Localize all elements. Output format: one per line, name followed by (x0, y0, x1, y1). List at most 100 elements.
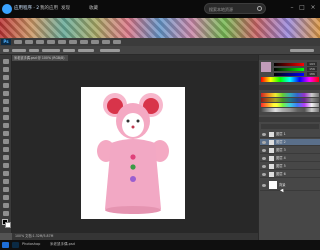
layer-filter-bar[interactable] (261, 124, 319, 129)
close-icon[interactable]: × (309, 4, 317, 12)
color-preview-swatch[interactable] (261, 62, 271, 72)
color-panel: 193 156 186 (259, 55, 320, 85)
visibility-eye-icon[interactable] (262, 140, 266, 144)
shape-tool-icon[interactable] (3, 195, 9, 200)
red-slider[interactable] (274, 63, 304, 66)
option-control[interactable] (29, 49, 39, 52)
lasso-tool-icon[interactable] (3, 75, 9, 80)
menu-item[interactable] (80, 40, 88, 44)
tab-discover[interactable]: 发现 (61, 5, 70, 11)
visibility-eye-icon[interactable] (262, 172, 266, 176)
option-control[interactable] (42, 49, 60, 52)
workspace-switcher[interactable] (290, 49, 314, 52)
layer-row[interactable]: 图层 4 (260, 155, 320, 162)
layer-row[interactable]: 图层 5 (260, 163, 320, 170)
swatch-row[interactable] (261, 98, 319, 102)
mouse-hand-puppet-illustration (97, 93, 169, 214)
green-value[interactable]: 156 (307, 67, 317, 71)
visibility-eye-icon[interactable] (262, 164, 266, 168)
layer-row[interactable]: 图层 1 (260, 131, 320, 138)
minimize-icon[interactable]: – (288, 4, 296, 12)
button-pink (130, 154, 136, 160)
marquee-tool-icon[interactable] (3, 67, 9, 72)
canvas-area[interactable] (12, 61, 258, 233)
swatches-panel (259, 85, 320, 115)
photoshop-logo: Ps (1, 39, 11, 45)
move-tool-icon[interactable] (3, 59, 9, 64)
type-tool-icon[interactable] (3, 179, 9, 184)
color-panel-tab[interactable] (259, 55, 320, 60)
eyedropper-tool-icon[interactable] (3, 99, 9, 104)
blur-tool-icon[interactable] (3, 155, 9, 160)
layer-row[interactable]: 图层 3 (260, 147, 320, 154)
clone-stamp-tool-icon[interactable] (3, 123, 9, 128)
taskbar-item[interactable]: 米老鼠手偶.psd (50, 242, 75, 247)
pen-tool-icon[interactable] (3, 171, 9, 176)
layer-thumbnail (269, 181, 277, 189)
layer-name: 图层 4 (276, 156, 286, 160)
document-canvas[interactable] (81, 87, 185, 219)
layer-thumbnail (269, 155, 274, 161)
history-brush-tool-icon[interactable] (3, 131, 9, 136)
maximize-icon[interactable]: □ (298, 4, 306, 12)
app-logo-label[interactable]: 应用程序 · 2 (14, 5, 39, 11)
blue-slider[interactable] (274, 73, 304, 76)
app-logo-icon[interactable] (2, 4, 12, 14)
gradient-tool-icon[interactable] (3, 147, 9, 152)
layer-row[interactable]: 背景 (260, 179, 320, 191)
menu-item[interactable] (113, 40, 121, 44)
button-green (130, 164, 136, 170)
visibility-eye-icon[interactable] (262, 156, 266, 160)
button-purple (130, 176, 136, 182)
green-slider[interactable] (274, 68, 304, 71)
hand-tool-icon[interactable] (3, 203, 9, 208)
menu-item[interactable] (69, 40, 77, 44)
menu-item[interactable] (25, 40, 33, 44)
blue-value[interactable]: 186 (307, 72, 317, 76)
crop-tool-icon[interactable] (3, 91, 9, 96)
menu-item[interactable] (102, 40, 110, 44)
option-control[interactable] (100, 49, 120, 52)
dodge-tool-icon[interactable] (3, 163, 9, 168)
visibility-eye-icon[interactable] (262, 183, 266, 187)
layer-name: 图层 6 (276, 172, 286, 176)
layer-name: 图层 5 (276, 164, 286, 168)
healing-brush-tool-icon[interactable] (3, 107, 9, 112)
zoom-tool-icon[interactable] (3, 211, 9, 216)
tab-my-apps[interactable]: 我的应用 (40, 5, 58, 11)
search-icon[interactable] (257, 6, 262, 11)
visibility-eye-icon[interactable] (262, 148, 266, 152)
eraser-tool-icon[interactable] (3, 139, 9, 144)
menu-bar: Ps (0, 38, 320, 46)
path-select-tool-icon[interactable] (3, 187, 9, 192)
red-value[interactable]: 193 (307, 62, 317, 66)
color-spectrum[interactable] (261, 77, 319, 82)
quick-select-tool-icon[interactable] (3, 83, 9, 88)
taskbar-item[interactable]: Photoshop (22, 242, 40, 246)
menu-item[interactable] (58, 40, 66, 44)
menu-item[interactable] (14, 40, 22, 44)
swatch-row[interactable] (261, 103, 319, 107)
swatch-row[interactable] (261, 108, 319, 112)
menu-item[interactable] (91, 40, 99, 44)
layers-panel-tab[interactable] (259, 117, 320, 122)
visibility-eye-icon[interactable] (262, 132, 266, 136)
photoshop-taskbar-icon[interactable] (12, 242, 19, 248)
start-button-icon[interactable] (2, 242, 9, 248)
layer-row[interactable]: 图层 2 (260, 139, 320, 146)
menu-item[interactable] (47, 40, 55, 44)
swatches-panel-tab[interactable] (259, 85, 320, 90)
photoshop-window: Ps 米老鼠手偶.psd @ 100% (RGB/8) 100% 文档:1.32… (0, 38, 320, 250)
tool-preset-button[interactable] (3, 49, 9, 52)
menu-item[interactable] (36, 40, 44, 44)
tab-favorites[interactable]: 收藏 (89, 5, 98, 11)
search-input[interactable]: 搜索本地资源 (204, 3, 266, 14)
layer-row[interactable]: 图层 6 (260, 171, 320, 178)
option-control[interactable] (12, 49, 26, 52)
option-control[interactable] (78, 49, 94, 52)
swatch-row[interactable] (261, 93, 319, 97)
background-color-swatch[interactable] (5, 222, 11, 228)
search-placeholder: 搜索本地资源 (209, 7, 233, 12)
brush-tool-icon[interactable] (3, 115, 9, 120)
option-control[interactable] (63, 49, 75, 52)
